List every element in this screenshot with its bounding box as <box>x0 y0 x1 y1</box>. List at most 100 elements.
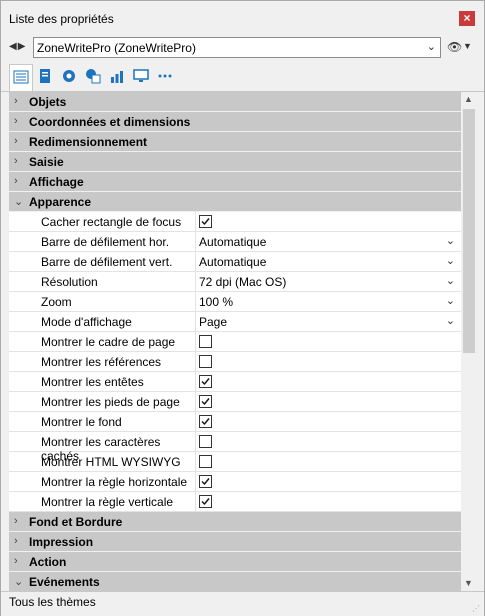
vertical-scrollbar[interactable]: ▲ ▼ <box>461 92 477 591</box>
property-name: Barre de défilement hor. <box>41 235 170 249</box>
chevron-down-icon[interactable]: ⌄ <box>446 234 455 247</box>
tab-shapes[interactable] <box>82 64 104 88</box>
property-checkbox[interactable] <box>199 395 212 408</box>
shapes-icon <box>86 69 101 84</box>
expand-arrow-icon: › <box>14 555 18 567</box>
section-label: Impression <box>29 535 94 549</box>
window-title: Liste des propriétés <box>9 12 114 26</box>
scroll-up-icon[interactable]: ▲ <box>464 94 473 104</box>
property-row: Barre de défilement vert. Automatique ⌄ <box>9 252 461 272</box>
section-affichage[interactable]: › Affichage <box>9 172 461 192</box>
property-checkbox[interactable] <box>199 435 212 448</box>
property-row: Barre de défilement hor. Automatique ⌄ <box>9 232 461 252</box>
property-name: Mode d'affichage <box>41 315 132 329</box>
chevron-down-icon[interactable]: ▼ <box>463 41 472 51</box>
expand-arrow-icon: › <box>14 135 18 147</box>
expand-arrow-icon: › <box>14 95 18 107</box>
expand-arrow-icon: › <box>14 515 18 527</box>
property-name-cell: Barre de défilement vert. <box>9 252 196 271</box>
property-value[interactable]: Page <box>199 315 227 329</box>
tab-more[interactable] <box>154 64 176 88</box>
document-icon <box>40 69 50 83</box>
property-name-cell: Résolution <box>9 272 196 291</box>
expand-arrow-icon: › <box>14 155 18 167</box>
property-name-cell: Montrer les entêtes <box>9 372 196 391</box>
property-checkbox[interactable] <box>199 355 212 368</box>
property-name-cell: Mode d'affichage <box>9 312 196 331</box>
section-label: Redimensionnement <box>29 135 148 149</box>
section-label: Action <box>29 555 67 569</box>
scroll-down-icon[interactable]: ▼ <box>464 578 473 588</box>
property-name-cell: Montrer la règle horizontale <box>9 472 196 491</box>
status-bar: Tous les thèmes ⋰ <box>1 591 484 616</box>
property-checkbox[interactable] <box>199 415 212 428</box>
section-apparence[interactable]: ⌄ Apparence <box>9 192 461 212</box>
section-label: Objets <box>29 95 67 109</box>
property-name: Montrer la règle horizontale <box>41 475 188 489</box>
property-name-cell: Cacher rectangle de focus <box>9 212 196 231</box>
property-name: Montrer le cadre de page <box>41 335 176 349</box>
property-name-cell: Barre de défilement hor. <box>9 232 196 251</box>
chevron-down-icon[interactable]: ⌄ <box>446 294 455 307</box>
property-row: Montrer les caractères cachés <box>9 432 461 463</box>
section-saisie[interactable]: › Saisie <box>9 152 461 172</box>
section-action[interactable]: › Action <box>9 552 461 572</box>
property-name: Montrer les références <box>41 355 162 369</box>
resize-grip-icon[interactable]: ⋰ <box>472 604 480 613</box>
property-value[interactable]: Automatique <box>199 235 266 249</box>
chevron-down-icon: ⌄ <box>426 41 436 53</box>
property-checkbox[interactable] <box>199 475 212 488</box>
property-grid: › Objets › Coordonnées et dimensions › R… <box>9 92 461 591</box>
chevron-down-icon[interactable]: ⌄ <box>446 314 455 327</box>
section-evenements[interactable]: ⌄ Evénements <box>9 572 461 591</box>
property-checkbox[interactable] <box>199 335 212 348</box>
section-label: Coordonnées et dimensions <box>29 115 191 129</box>
tab-document[interactable] <box>34 64 56 88</box>
gear-icon <box>63 70 75 82</box>
chevron-down-icon[interactable]: ⌄ <box>446 274 455 287</box>
property-row: Montrer la règle verticale <box>9 492 461 512</box>
property-name-cell: Montrer la règle verticale <box>9 492 196 511</box>
title-bar[interactable]: Liste des propriétés × <box>1 1 484 37</box>
section-label: Saisie <box>29 155 64 169</box>
property-checkbox[interactable] <box>199 375 212 388</box>
section-objets[interactable]: › Objets <box>9 92 461 112</box>
section-redimensionnement[interactable]: › Redimensionnement <box>9 132 461 152</box>
expand-arrow-icon: › <box>14 535 18 547</box>
eye-icon[interactable]: 👁 <box>447 40 462 54</box>
prev-next-arrows-icon[interactable]: ◀▶ <box>9 41 26 52</box>
property-value[interactable]: 100 % <box>199 295 233 309</box>
property-row: Montrer HTML WYSIWYG <box>9 452 461 472</box>
section-fond-et-bordure[interactable]: › Fond et Bordure <box>9 512 461 532</box>
property-row: Mode d'affichage Page ⌄ <box>9 312 461 332</box>
property-name-cell: Montrer le fond <box>9 412 196 431</box>
section-impression[interactable]: › Impression <box>9 532 461 552</box>
chevron-down-icon[interactable]: ⌄ <box>446 254 455 267</box>
property-checkbox[interactable] <box>199 455 212 468</box>
section-label: Fond et Bordure <box>29 515 123 529</box>
object-dropdown[interactable]: ZoneWritePro (ZoneWritePro) ⌄ <box>33 37 441 58</box>
property-name: Montrer HTML WYSIWYG <box>41 455 181 469</box>
collapse-arrow-icon: ⌄ <box>14 576 24 588</box>
property-name-cell: Montrer les pieds de page <box>9 392 196 411</box>
section-coordonnees[interactable]: › Coordonnées et dimensions <box>9 112 461 132</box>
property-value[interactable]: 72 dpi (Mac OS) <box>199 275 286 289</box>
scroll-thumb[interactable] <box>463 109 475 353</box>
property-value[interactable]: Automatique <box>199 255 266 269</box>
property-name-cell: Zoom <box>9 292 196 311</box>
property-row: Zoom 100 % ⌄ <box>9 292 461 312</box>
tab-list[interactable] <box>9 64 33 91</box>
property-row: Montrer les pieds de page <box>9 392 461 412</box>
property-checkbox[interactable] <box>199 215 212 228</box>
property-name: Montrer les entêtes <box>41 375 144 389</box>
tab-monitor[interactable] <box>130 64 152 88</box>
property-row: Montrer les entêtes <box>9 372 461 392</box>
property-name: Barre de défilement vert. <box>41 255 173 269</box>
tab-chart[interactable] <box>106 64 128 88</box>
tab-gear[interactable] <box>58 64 80 88</box>
more-icon <box>158 74 172 78</box>
expand-arrow-icon: › <box>14 175 18 187</box>
close-button[interactable]: × <box>459 11 475 26</box>
chart-icon <box>111 71 123 83</box>
property-checkbox[interactable] <box>199 495 212 508</box>
